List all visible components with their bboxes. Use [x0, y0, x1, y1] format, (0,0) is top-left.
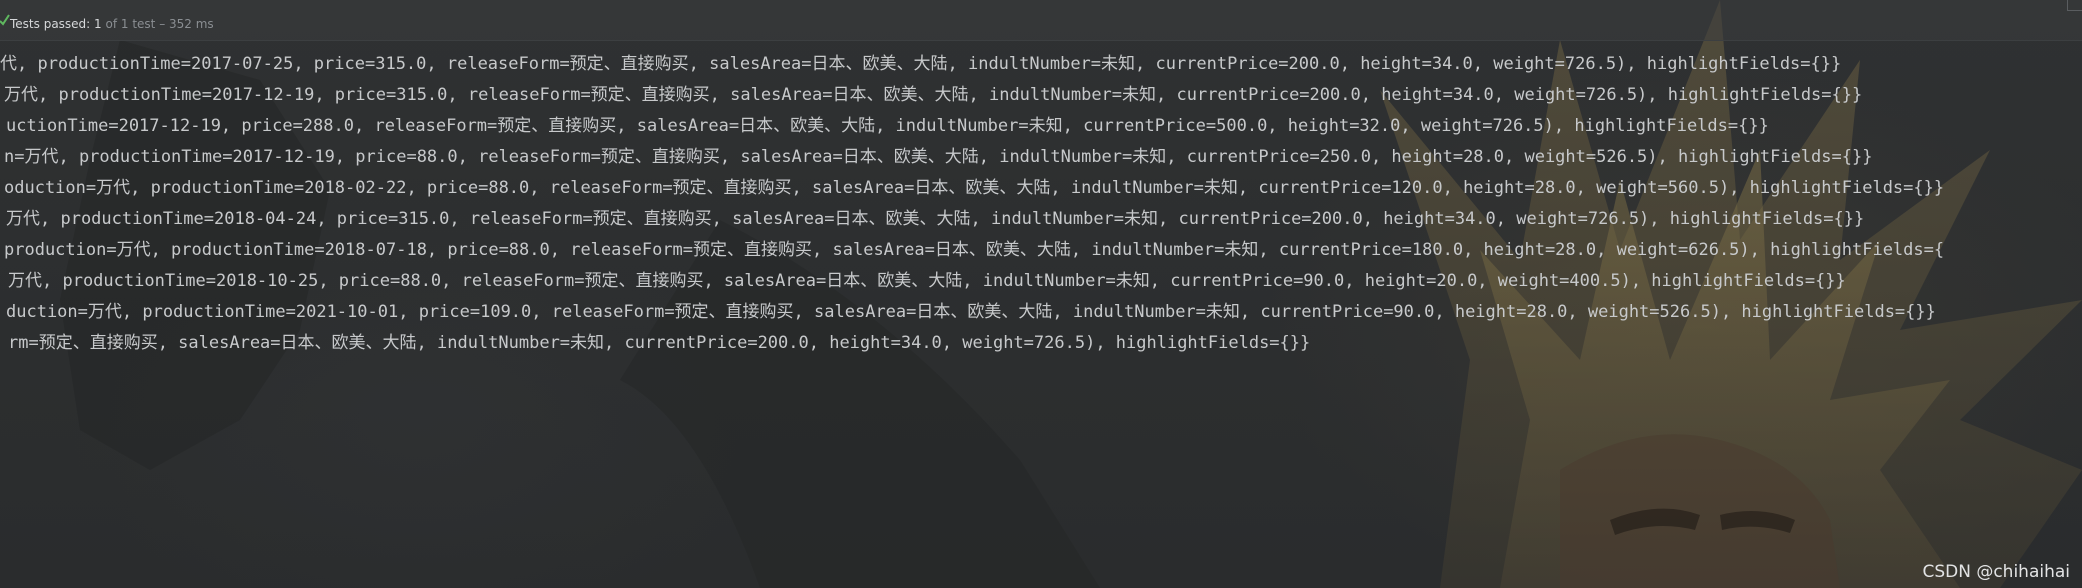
console-line: 万代, productionTime=2018-10-25, price=88.…: [8, 271, 1846, 291]
console-line: 万代, productionTime=2018-04-24, price=315…: [6, 209, 1865, 229]
console-line: oduction=万代, productionTime=2018-02-22, …: [4, 178, 1945, 198]
test-status-text: Tests passed: 1 of 1 test – 352 ms: [10, 17, 214, 31]
console-output[interactable]: 代, productionTime=2017-07-25, price=315.…: [0, 40, 2082, 588]
console-line: rm=预定、直接购买, salesArea=日本、欧美、大陆, indultNu…: [8, 333, 1311, 353]
console-line: duction=万代, productionTime=2021-10-01, p…: [6, 302, 1936, 322]
tests-passed-label: Tests passed:: [10, 17, 91, 31]
tests-passed-count: 1: [94, 17, 102, 31]
console-window: Tests passed: 1 of 1 test – 352 ms 代, pr…: [0, 0, 2082, 588]
console-line: n=万代, productionTime=2017-12-19, price=8…: [4, 147, 1873, 167]
console-line: 代, productionTime=2017-07-25, price=315.…: [0, 54, 1842, 74]
window-corner-icon: [2067, 0, 2082, 11]
csdn-watermark: CSDN @chihaihai: [1922, 562, 2070, 582]
check-icon: [0, 14, 10, 26]
test-duration-detail: of 1 test – 352 ms: [105, 17, 214, 31]
test-status-bar: Tests passed: 1 of 1 test – 352 ms: [0, 0, 2082, 41]
console-line: production=万代, productionTime=2018-07-18…: [4, 240, 1945, 260]
console-line: 万代, productionTime=2017-12-19, price=315…: [4, 85, 1863, 105]
console-line: uctionTime=2017-12-19, price=288.0, rele…: [6, 116, 1769, 136]
